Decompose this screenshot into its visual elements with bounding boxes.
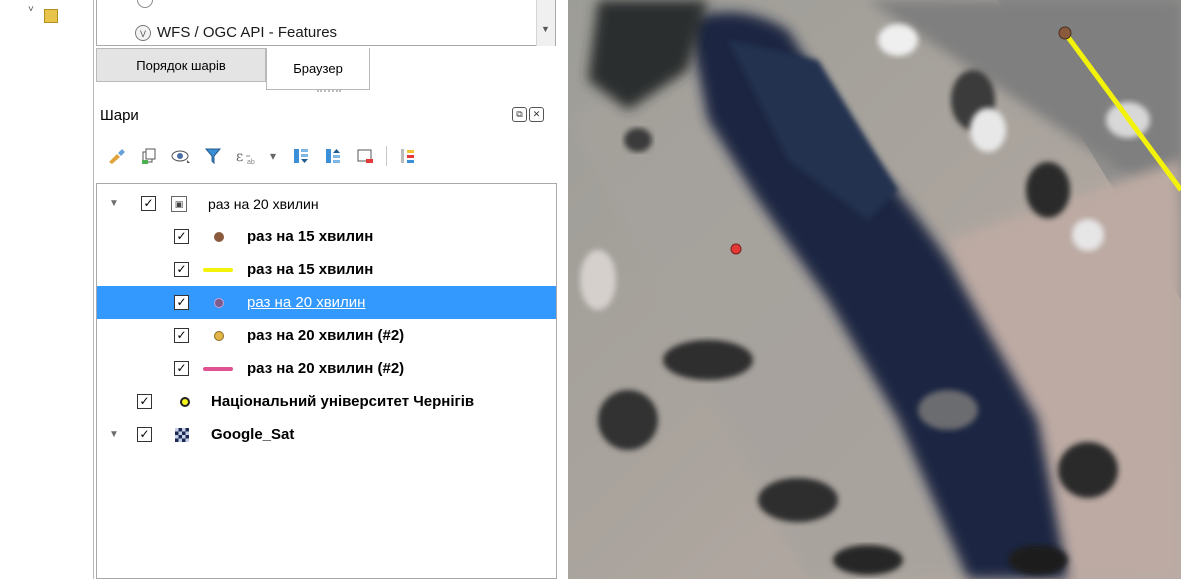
collapse-all-icon[interactable] (322, 145, 344, 167)
tab-label: Браузер (293, 61, 343, 76)
tab-browser[interactable]: Браузер (266, 48, 370, 90)
chevron-down-icon[interactable]: ▾ (266, 145, 280, 167)
browser-item-label: WFS / OGC API - Features (157, 24, 338, 41)
layer-label: Національний університет Чернігів (211, 393, 475, 410)
layer-checkbox[interactable]: ✓ (137, 394, 152, 409)
svg-text:ab: ab (247, 159, 255, 165)
filter-legend-icon[interactable] (202, 145, 224, 167)
layer-row-group[interactable]: ▼ ✓ ▣ раз на 20 хвилин (97, 187, 556, 220)
layer-label: раз на 20 хвилин (#2) (247, 327, 405, 344)
point-symbol-icon (180, 396, 190, 407)
float-panel-icon[interactable]: ⧉ (512, 107, 527, 122)
panel-tabs: Порядок шарів Браузер (96, 48, 556, 90)
satellite-imagery (568, 0, 1181, 579)
partial-item-icon (137, 0, 153, 8)
layer-row-selected[interactable]: ✓ раз на 20 хвилин (97, 286, 556, 319)
expand-all-icon[interactable] (290, 145, 312, 167)
browser-tree[interactable]: V WFS / OGC API - Features ▼ (96, 0, 556, 46)
manage-visibility-icon[interactable] (170, 145, 192, 167)
point-feature-red (730, 243, 742, 255)
map-themes-icon[interactable] (397, 145, 419, 167)
layer-label: раз на 20 хвилин (208, 195, 319, 212)
layer-row[interactable]: ✓ раз на 15 хвилин (97, 253, 556, 286)
layer-label: раз на 15 хвилин (247, 261, 374, 278)
layer-row-raster[interactable]: ▼ ✓ Google_Sat (97, 418, 556, 451)
layer-checkbox[interactable]: ✓ (174, 328, 189, 343)
layer-row[interactable]: ✓ раз на 15 хвилин (97, 220, 556, 253)
chevron-down-icon[interactable]: ▼ (109, 198, 121, 209)
chevron-down-icon[interactable]: ▼ (109, 429, 121, 440)
point-symbol-icon (214, 297, 224, 308)
raster-layer-icon (175, 427, 189, 442)
layer-row[interactable]: ✓ раз на 20 хвилин (#2) (97, 352, 556, 385)
panel-splitter[interactable] (317, 90, 341, 94)
layer-tree[interactable]: ▼ ✓ ▣ раз на 20 хвилин ✓ раз на 15 хвили… (96, 183, 557, 579)
browser-scrollbar[interactable]: ▼ (536, 0, 555, 46)
layer-label: Google_Sat (211, 426, 295, 443)
layer-label: раз на 15 хвилин (247, 228, 374, 245)
layers-toolbar: ε ab ▾ (106, 141, 419, 171)
layer-row[interactable]: ✓ раз на 20 хвилин (#2) (97, 319, 556, 352)
dock-buttons: ⧉ ✕ (512, 107, 544, 122)
layer-row[interactable]: ✓ Національний університет Чернігів (97, 385, 556, 418)
map-divider[interactable] (557, 0, 568, 579)
layer-label: раз на 20 хвилин (#2) (247, 360, 405, 377)
map-canvas[interactable] (568, 0, 1181, 579)
chevron-down-icon[interactable]: ˅ (28, 4, 34, 15)
line-symbol-icon (203, 366, 233, 371)
layer-group-icon: ▣ (171, 195, 187, 212)
scroll-down-icon[interactable]: ▼ (541, 24, 550, 34)
point-feature-brown (1058, 26, 1072, 40)
browser-item-wfs[interactable]: V WFS / OGC API - Features (135, 24, 337, 41)
panel-title: Шари (100, 107, 139, 124)
toolbar-separator (386, 146, 387, 166)
layer-checkbox[interactable]: ✓ (174, 361, 189, 376)
layer-label: раз на 20 хвилин (247, 294, 366, 311)
layer-checkbox[interactable]: ✓ (174, 262, 189, 277)
layer-checkbox[interactable]: ✓ (137, 427, 152, 442)
line-symbol-icon (203, 267, 233, 272)
open-layer-styling-icon[interactable] (106, 145, 128, 167)
filter-expression-icon[interactable]: ε ab (234, 145, 256, 167)
wfs-icon: V (135, 24, 151, 41)
layer-checkbox[interactable]: ✓ (174, 229, 189, 244)
point-symbol-icon (214, 231, 224, 242)
close-icon[interactable]: ✕ (529, 107, 544, 122)
tab-layer-order[interactable]: Порядок шарів (96, 48, 266, 82)
svg-text:ε: ε (236, 149, 243, 165)
remove-layer-icon[interactable] (354, 145, 376, 167)
point-symbol-icon (214, 330, 224, 341)
toolbar-layer-icon[interactable] (44, 9, 58, 23)
layer-checkbox[interactable]: ✓ (141, 196, 156, 211)
tab-label: Порядок шарів (136, 57, 226, 73)
left-toolbar-strip: ˅ (0, 0, 94, 579)
layer-checkbox[interactable]: ✓ (174, 295, 189, 310)
add-group-icon[interactable] (138, 145, 160, 167)
